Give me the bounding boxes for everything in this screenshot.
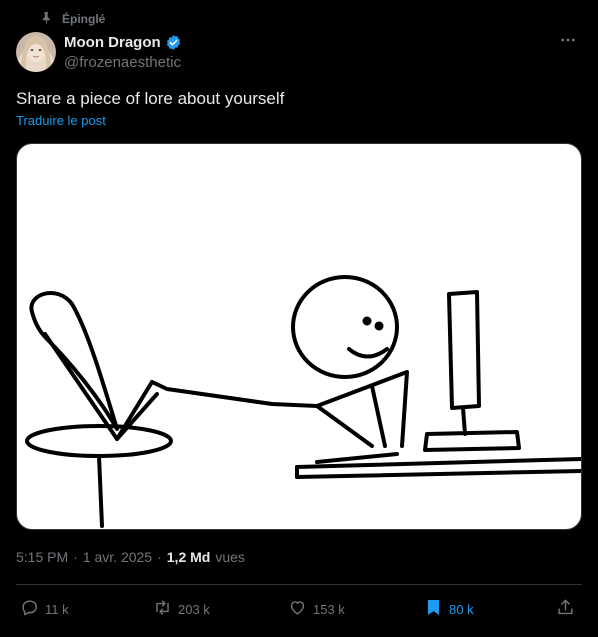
- pinned-indicator: Épinglé: [40, 10, 105, 28]
- stick-figure-drawing: [25, 275, 581, 528]
- separator: ·: [157, 549, 162, 565]
- post-date[interactable]: 1 avr. 2025: [83, 549, 152, 565]
- action-bar: 11 k 203 k 153 k 80 k: [16, 598, 582, 622]
- post-image[interactable]: [16, 143, 582, 530]
- divider: [16, 584, 582, 585]
- bookmark-button[interactable]: 80 k: [424, 598, 474, 620]
- views-count: 1,2 Md: [166, 549, 211, 565]
- repost-button[interactable]: 203 k: [153, 598, 210, 620]
- like-button[interactable]: 153 k: [288, 598, 345, 620]
- bookmark-count: 80 k: [449, 601, 474, 617]
- pinned-label: Épinglé: [62, 12, 106, 26]
- post-text: Share a piece of lore about yourself: [16, 89, 285, 108]
- share-icon: [556, 598, 575, 620]
- views-label: vues: [215, 549, 245, 565]
- heart-icon: [288, 598, 307, 620]
- repost-icon: [153, 598, 172, 620]
- author-info: Moon Dragon @frozenaesthetic: [64, 32, 182, 72]
- bookmark-icon: [424, 598, 443, 620]
- translate-post-link[interactable]: Traduire le post: [16, 113, 106, 128]
- reply-button[interactable]: 11 k: [20, 598, 69, 620]
- separator: ·: [73, 549, 78, 565]
- pin-icon: [40, 11, 53, 27]
- more-options-button[interactable]: [556, 32, 580, 52]
- reply-count: 11 k: [45, 601, 69, 617]
- reply-icon: [20, 598, 39, 620]
- author-display-name[interactable]: Moon Dragon: [64, 34, 161, 51]
- more-icon: [559, 31, 577, 54]
- avatar[interactable]: [16, 32, 56, 72]
- verified-badge-icon[interactable]: [165, 34, 182, 51]
- post-time[interactable]: 5:15 PM: [16, 549, 68, 565]
- pinned-post: Épinglé Moon Dragon @frozenaesthetic Sha…: [0, 0, 598, 637]
- author-handle[interactable]: @frozenaesthetic: [64, 54, 182, 71]
- repost-count: 203 k: [178, 601, 210, 617]
- post-metadata: 5:15 PM · 1 avr. 2025 · 1,2 Md vues: [16, 549, 245, 565]
- share-button[interactable]: [556, 598, 575, 620]
- like-count: 153 k: [313, 601, 345, 617]
